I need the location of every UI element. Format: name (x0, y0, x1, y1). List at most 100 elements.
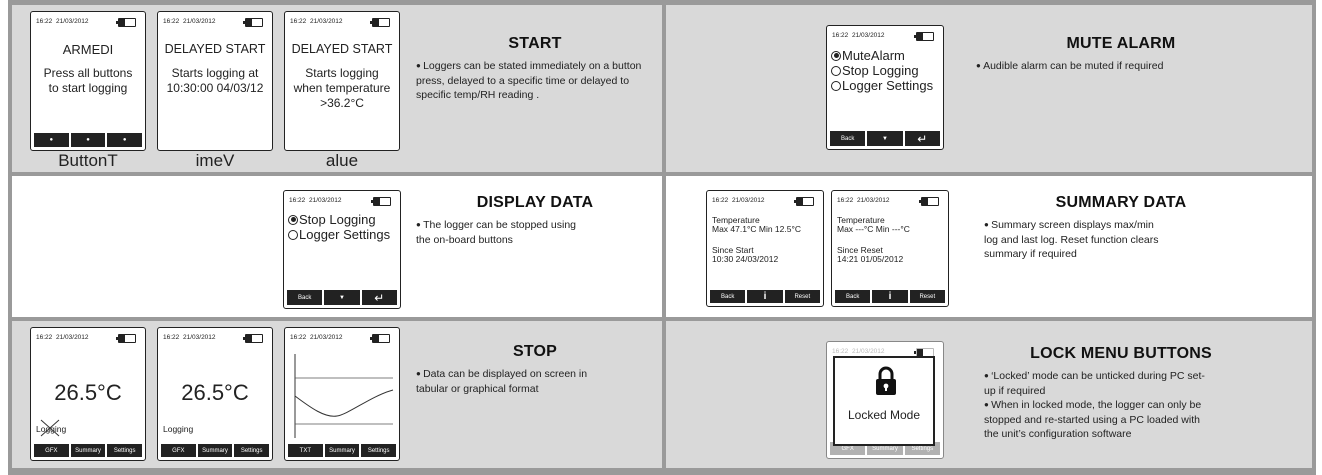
panel-title: MUTE ALARM (1066, 35, 1176, 52)
status-bar: 16:22 21/03/2012 (712, 197, 818, 209)
temperature-reading: 26.5°C (181, 380, 249, 405)
summary-button[interactable]: Summary (324, 444, 360, 457)
logger-screen-button-start: 16:22 21/03/2012 ARMEDI Press all buttons… (30, 11, 146, 151)
down-arrow-button[interactable]: ▼ (324, 290, 360, 305)
gfx-button[interactable]: GFX (161, 444, 196, 457)
lock-menu-panel: 16:22 21/03/2012 GFX Summary Settings Loc… (666, 321, 1312, 468)
logging-status: Logging (163, 424, 194, 434)
reset-button[interactable]: Reset (909, 290, 945, 303)
panel-title: SUMMARY DATA (1055, 194, 1187, 211)
info-button[interactable]: i (872, 290, 908, 303)
txt-button[interactable]: TXT (288, 444, 323, 457)
radio-icon (288, 229, 298, 240)
padlock-icon (876, 366, 896, 395)
logger-screen-summary-reset: 16:22 21/03/2012 Temperature Max ---°C Mi… (831, 190, 949, 307)
battery-icon (371, 197, 391, 206)
screen-line: Starts logging at (171, 66, 259, 80)
summary-stamp: 10:30 24/03/2012 (712, 254, 779, 264)
panel-description: Summary screen displays max/min log and … (984, 218, 1284, 261)
panel-description: Audible alarm can be muted if required (976, 59, 1276, 74)
battery-icon (370, 334, 390, 343)
status-bar: 16:22 21/03/2012 (289, 197, 395, 209)
dot-button[interactable]: ● (34, 133, 69, 147)
logger-screen-delayed-value: 16:22 21/03/2012 DELAYED START Starts log… (284, 11, 400, 151)
screen-caption: imeV (195, 151, 235, 170)
mute-alarm-panel: 16:22 21/03/2012 MuteAlarm Stop Logging L… (666, 5, 1312, 172)
battery-icon (794, 197, 814, 206)
enter-icon[interactable]: ↵ (361, 290, 397, 305)
dot-button[interactable]: ● (70, 133, 106, 147)
menu-option-logger-settings[interactable]: Logger Settings (288, 227, 390, 242)
button-bar: Back i Reset (710, 290, 820, 303)
status-bar: 16:22 21/03/2012 (290, 334, 394, 346)
logger-screen-locked: 16:22 21/03/2012 GFX Summary Settings Loc… (826, 341, 944, 459)
settings-button[interactable]: Settings (107, 444, 143, 457)
dot-button[interactable]: ● (107, 133, 143, 147)
trend-graph-icon (294, 354, 394, 438)
panel-title: START (508, 35, 562, 52)
gfx-button[interactable]: GFX (34, 444, 69, 457)
logger-screen-graph: 16:22 21/03/2012 TXT Summary Settings (284, 327, 400, 461)
battery-icon (116, 18, 136, 27)
back-button[interactable]: Back (710, 290, 746, 303)
button-bar: ● ● ● (34, 133, 143, 147)
status-bar: 16:22 21/03/2012 (36, 334, 140, 346)
logger-screen-stop-menu: 16:22 21/03/2012 Stop Logging Logger Sett… (283, 190, 401, 309)
radio-icon (831, 65, 841, 76)
screen-line: to start logging (48, 81, 128, 95)
display-data-panel: 16:22 21/03/2012 Stop Logging Logger Sett… (12, 176, 662, 317)
battery-icon (243, 18, 263, 27)
info-button[interactable]: i (747, 290, 783, 303)
status-bar: 16:22 21/03/2012 (290, 18, 394, 30)
battery-icon (370, 18, 390, 27)
down-arrow-button[interactable]: ▼ (867, 131, 903, 146)
status-bar: 16:22 21/03/2012 (837, 197, 943, 209)
back-button[interactable]: Back (830, 131, 866, 146)
settings-button[interactable]: Settings (234, 444, 270, 457)
screen-caption: ButtonT (58, 151, 118, 170)
screen-caption: alue (325, 151, 359, 170)
screen-heading: ARMEDI (62, 42, 114, 57)
summary-stamp: 14:21 01/05/2012 (837, 254, 904, 264)
status-bar: 16:22 21/03/2012 (832, 32, 938, 44)
logger-screen-reading: 16:22 21/03/2012 26.5°C Logging GFX Summa… (157, 327, 273, 461)
panel-description: Loggers can be stated immediately on a b… (416, 59, 656, 102)
logger-screen-delayed-time: 16:22 21/03/2012 DELAYED START Starts log… (157, 11, 273, 151)
cross-out-icon (40, 419, 60, 437)
start-panel: 16:22 21/03/2012 ARMEDI Press all buttons… (12, 5, 662, 172)
summary-button[interactable]: Summary (197, 444, 233, 457)
summary-maxmin: Max 47.1°C Min 12.5°C (712, 224, 802, 234)
button-bar: Back ▼ ↵ (287, 290, 397, 305)
battery-icon (243, 334, 263, 343)
screen-line: Starts logging (305, 66, 379, 80)
enter-icon[interactable]: ↵ (904, 131, 940, 146)
battery-icon (116, 334, 136, 343)
summary-button[interactable]: Summary (70, 444, 106, 457)
radio-selected-icon (288, 214, 298, 225)
menu-option-stop-logging[interactable]: Stop Logging (288, 212, 376, 227)
battery-icon (919, 197, 939, 206)
menu-option-stop-logging[interactable]: Stop Logging (831, 63, 919, 78)
panel-title: STOP (512, 343, 558, 360)
reset-button[interactable]: Reset (784, 290, 820, 303)
battery-icon (914, 32, 934, 41)
menu-option-mute-alarm[interactable]: MuteAlarm (831, 48, 905, 63)
screen-heading: DELAYED START (164, 42, 266, 56)
back-button[interactable]: Back (287, 290, 323, 305)
screen-line: Press all buttons (43, 66, 133, 80)
radio-selected-icon (831, 50, 841, 61)
summary-data-panel: 16:22 21/03/2012 Temperature Max 47.1°C M… (666, 176, 1312, 317)
logger-screen-mute-menu: 16:22 21/03/2012 MuteAlarm Stop Logging L… (826, 25, 944, 150)
button-bar: GFX Summary Settings (34, 444, 143, 457)
back-button[interactable]: Back (835, 290, 871, 303)
locked-mode-label: Locked Mode (847, 408, 921, 422)
settings-button[interactable]: Settings (361, 444, 397, 457)
summary-maxmin: Max ---°C Min ---°C (837, 224, 910, 234)
button-bar: Back i Reset (835, 290, 945, 303)
button-bar: TXT Summary Settings (288, 444, 397, 457)
logger-screen-reading-crossed: 16:2221/03/2012 26.5°C Logging GFX Summa… (30, 327, 146, 461)
screen-line: when temperature (293, 81, 391, 95)
screen-heading: DELAYED START (291, 42, 393, 56)
radio-icon (831, 80, 841, 91)
menu-option-logger-settings[interactable]: Logger Settings (831, 78, 933, 93)
